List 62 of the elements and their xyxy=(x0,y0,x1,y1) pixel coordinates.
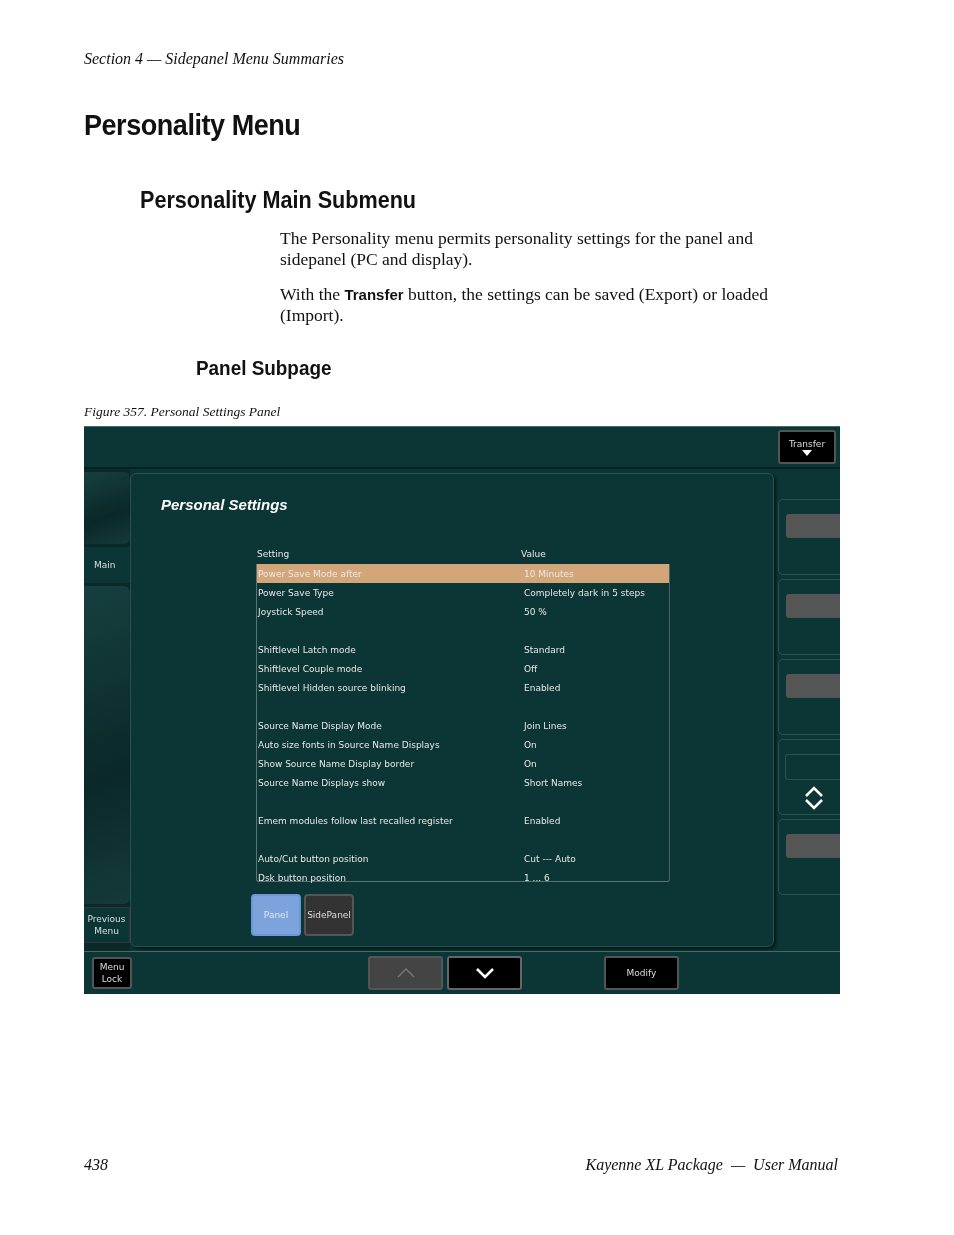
setting-value: Cut --- Auto xyxy=(523,853,577,864)
menu-tab[interactable]: Main xyxy=(84,547,130,583)
setting-value: Enabled xyxy=(523,682,562,693)
setting-name: Emem modules follow last recalled register xyxy=(257,815,454,826)
setting-value: Enabled xyxy=(523,815,562,826)
settings-row[interactable]: Emem modules follow last recalled register Enabled xyxy=(257,811,669,830)
setting-value: 10 Minutes xyxy=(523,568,575,579)
settings-row[interactable]: Shiftlevel Latch mode Standard xyxy=(257,640,669,659)
settings-row[interactable]: Joystick Speed 50 % xyxy=(257,602,669,621)
setting-value: On xyxy=(523,739,538,750)
page-header: Section 4 — Sidepanel Menu Summaries xyxy=(84,50,345,70)
setting-value: 1 ... 6 xyxy=(523,872,551,883)
settings-row[interactable]: Shiftlevel Couple mode Off xyxy=(257,659,669,678)
setting-name: Source Name Display Mode xyxy=(257,720,383,731)
page-number: 438 xyxy=(84,1156,108,1174)
column-header: Value xyxy=(520,549,547,559)
settings-row[interactable]: Shiftlevel Hidden source blinking Enabled xyxy=(257,678,669,697)
transfer-button[interactable]: Transfer xyxy=(778,430,836,464)
side-button[interactable] xyxy=(778,739,840,815)
setting-name: Shiftlevel Hidden source blinking xyxy=(257,682,407,693)
setting-name: Shiftlevel Latch mode xyxy=(257,644,357,655)
panel-title: Personal Settings xyxy=(161,496,289,515)
document-title: Kayenne XL Package — User Manual xyxy=(585,1156,838,1174)
figure-caption: Figure 357. Personal Settings Panel xyxy=(84,404,282,421)
column-header: Setting xyxy=(256,549,291,559)
paragraph: With the Transfer button, the settings can be saved (Export) or loaded (Import). xyxy=(280,284,770,326)
chevron-down-icon xyxy=(474,967,495,979)
settings-row[interactable]: Show Source Name Display border On xyxy=(257,754,669,773)
up-down-arrows-icon xyxy=(803,786,824,810)
setting-name: Auto/Cut button position xyxy=(257,853,370,864)
page-title: Personality Menu xyxy=(84,108,302,143)
setting-name: Dsk button position xyxy=(257,872,347,883)
setting-value: Short Names xyxy=(523,777,584,788)
settings-row[interactable]: Auto/Cut button position Cut --- Auto xyxy=(257,849,669,868)
setting-value: On xyxy=(523,758,538,769)
setting-name: Power Save Type xyxy=(257,587,335,598)
settings-row[interactable]: Auto size fonts in Source Name Displays On xyxy=(257,735,669,754)
menu-lock-button[interactable]: Menu Lock xyxy=(92,957,132,989)
subsection-title: Panel Subpage xyxy=(196,356,333,381)
setting-name: Show Source Name Display border xyxy=(257,758,416,769)
setting-name: Joystick Speed xyxy=(257,606,325,617)
subpage-tab[interactable]: SidePanel xyxy=(304,894,354,936)
settings-row[interactable]: Power Save Type Completely dark in 5 steps xyxy=(257,583,669,602)
previous-menu-button[interactable]: Previous Menu xyxy=(84,907,130,943)
setting-name: Power Save Mode after xyxy=(257,568,363,579)
setting-value: Off xyxy=(523,663,539,674)
setting-name: Auto size fonts in Source Name Displays xyxy=(257,739,441,750)
section-title: Personality Main Submenu xyxy=(140,186,418,214)
settings-row[interactable]: Dsk button position 1 ... 6 xyxy=(257,868,669,887)
settings-row[interactable]: Source Name Display Mode Join Lines xyxy=(257,716,669,735)
scroll-down-button[interactable] xyxy=(447,956,522,990)
modify-button[interactable]: Modify xyxy=(604,956,679,990)
setting-value: Standard xyxy=(523,644,566,655)
caret-icon xyxy=(802,450,812,456)
paragraph: The Personality menu permits personality settings for the panel and sidepanel (PC and display). xyxy=(280,228,754,270)
setting-value: Join Lines xyxy=(523,720,568,731)
setting-name: Source Name Displays show xyxy=(257,777,387,788)
setting-name: Shiftlevel Couple mode xyxy=(257,663,364,674)
chevron-up-icon xyxy=(395,967,416,979)
setting-value: 50 % xyxy=(523,606,548,617)
setting-value: Completely dark in 5 steps xyxy=(523,587,646,598)
settings-row[interactable]: Source Name Displays show Short Names xyxy=(257,773,669,792)
